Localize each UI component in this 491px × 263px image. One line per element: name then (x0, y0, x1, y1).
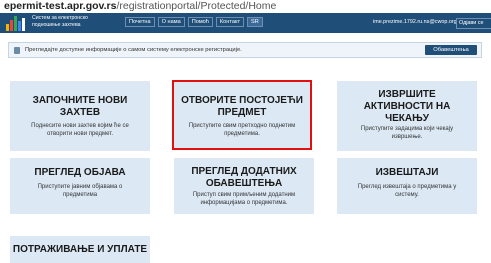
info-banner: Прегледајте доступне информације о самом… (8, 42, 482, 58)
card-title: ЗАПОЧНИТЕ НОВИ ЗАХТЕВ (32, 95, 128, 118)
user-email: ime.prezime.1792.ru.ns@cwop.org (373, 19, 457, 25)
card-desc: Приступите свим претходно поднетим предм… (188, 123, 296, 137)
url-path: /registrationportal/Protected/Home (116, 0, 277, 12)
card-title: ПОТРАЖИВАЊЕ И УПЛАТЕ (12, 244, 148, 255)
notifications-button[interactable]: Обавештења (425, 45, 477, 55)
url-host: epermit-test.apr.gov.rs (4, 0, 117, 12)
card-title: ИЗВРШИТЕ АКТИВНОСТИ НА ЧЕКАЊУ (363, 89, 451, 124)
card-desc: Приступите јавним објавама о предметима (37, 184, 123, 198)
logout-button[interactable]: Одјави се (456, 18, 491, 29)
card-publications[interactable]: ПРЕГЛЕД ОБЈАВА Приступите јавним објавам… (10, 158, 150, 214)
card-notifications[interactable]: ПРЕГЛЕД ДОДАТНИХ ОБАВЕШТЕЊА Приступ свим… (174, 158, 314, 214)
card-desc: Преглед извештаја о предметима у систему… (357, 184, 457, 198)
card-desc: Поднесите нови захтев којим ће се отвори… (31, 123, 129, 137)
card-pending-tasks[interactable]: ИЗВРШИТЕ АКТИВНОСТИ НА ЧЕКАЊУ Приступите… (337, 81, 477, 151)
card-open-case[interactable]: ОТВОРИТЕ ПОСТОЈЕЋИ ПРЕДМЕТ Приступите св… (172, 80, 312, 150)
info-icon (14, 46, 20, 54)
logo-icon[interactable] (6, 15, 28, 31)
card-title: ПРЕГЛЕД ОБЈАВА (34, 167, 126, 178)
card-desc: Приступ свим примљеним додатним информац… (192, 192, 296, 206)
card-title: ИЗВЕШТАЈИ (375, 167, 439, 178)
main-nav: Почетна О нама Помоћ Контакт SR (125, 17, 263, 27)
site-header: Систем за електронско подношење захтева … (0, 13, 491, 33)
nav-contact[interactable]: Контакт (215, 17, 245, 27)
card-reports[interactable]: ИЗВЕШТАЈИ Преглед извештаја о предметима… (337, 158, 477, 214)
url-bar[interactable]: epermit-test.apr.gov.rs/registrationport… (0, 0, 491, 13)
nav-home[interactable]: Почетна (125, 17, 155, 27)
logo-text: Систем за електронско подношење захтева (32, 15, 88, 28)
card-payments[interactable]: ПОТРАЖИВАЊЕ И УПЛАТЕ (10, 236, 150, 263)
card-new-request[interactable]: ЗАПОЧНИТЕ НОВИ ЗАХТЕВ Поднесите нови зах… (10, 81, 150, 151)
nav-help[interactable]: Помоћ (187, 17, 213, 27)
nav-about[interactable]: О нама (157, 17, 185, 27)
card-title: ОТВОРИТЕ ПОСТОЈЕЋИ ПРЕДМЕТ (181, 95, 303, 118)
card-desc: Приступите задацима који чекају извршење… (360, 126, 454, 140)
card-title: ПРЕГЛЕД ДОДАТНИХ ОБАВЕШТЕЊА (191, 166, 297, 189)
language-selector[interactable]: SR (247, 17, 263, 27)
info-text: Прегледајте доступне информације о самом… (25, 47, 242, 53)
